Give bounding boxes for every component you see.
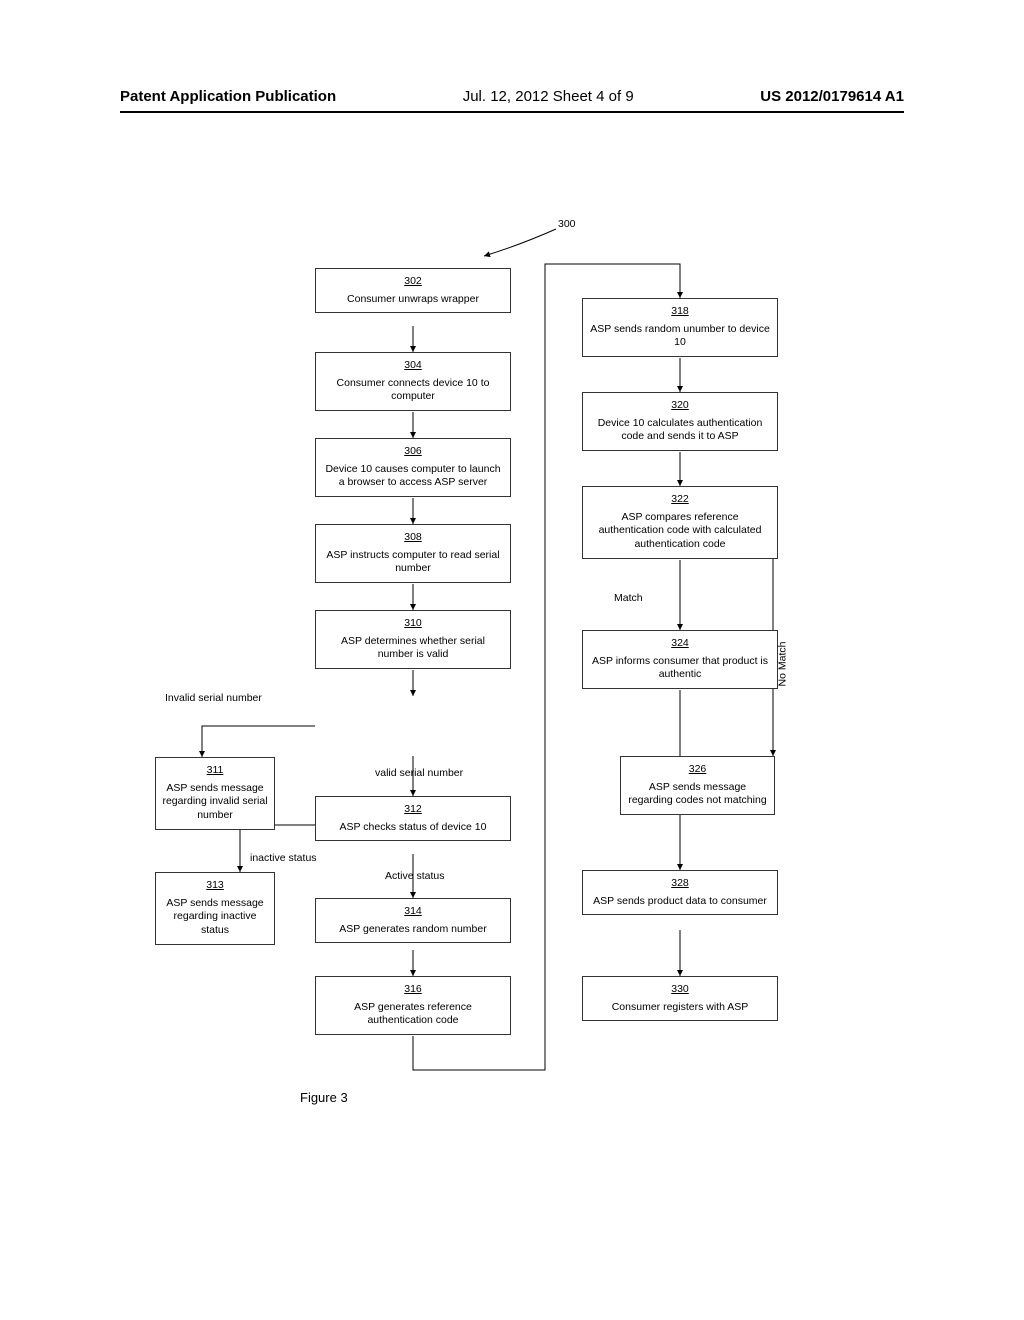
box-302-text: Consumer unwraps wrapper [347, 293, 479, 305]
box-308-num: 308 [322, 531, 504, 545]
box-330: 330 Consumer registers with ASP [582, 976, 778, 1021]
box-326-num: 326 [627, 763, 768, 777]
box-330-text: Consumer registers with ASP [612, 1001, 749, 1013]
box-302: 302 Consumer unwraps wrapper [315, 268, 511, 313]
page-header: Patent Application Publication Jul. 12, … [0, 88, 1024, 113]
box-328: 328 ASP sends product data to consumer [582, 870, 778, 915]
box-310: 310 ASP determines whether serial number… [315, 610, 511, 669]
label-invalid-serial: Invalid serial number [165, 692, 262, 704]
figure-label: Figure 3 [300, 1090, 348, 1105]
box-322-num: 322 [589, 493, 771, 507]
box-320: 320 Device 10 calculates authentication … [582, 392, 778, 451]
box-328-num: 328 [589, 877, 771, 891]
box-326-text: ASP sends message regarding codes not ma… [628, 781, 766, 807]
label-inactive: inactive status [250, 852, 317, 864]
box-312-text: ASP checks status of device 10 [340, 821, 487, 833]
header-right: US 2012/0179614 A1 [760, 88, 904, 105]
box-302-num: 302 [322, 275, 504, 289]
box-326: 326 ASP sends message regarding codes no… [620, 756, 775, 815]
box-313-text: ASP sends message regarding inactive sta… [166, 897, 263, 936]
box-320-num: 320 [589, 399, 771, 413]
header-left: Patent Application Publication [120, 88, 336, 105]
box-312-num: 312 [322, 803, 504, 817]
page: Patent Application Publication Jul. 12, … [0, 0, 1024, 1320]
box-306-text: Device 10 causes computer to launch a br… [325, 463, 500, 489]
label-match: Match [614, 592, 643, 604]
box-304-num: 304 [322, 359, 504, 373]
box-313: 313 ASP sends message regarding inactive… [155, 872, 275, 945]
label-nomatch: No Match [776, 642, 788, 687]
box-304-text: Consumer connects device 10 to computer [337, 377, 490, 403]
box-304: 304 Consumer connects device 10 to compu… [315, 352, 511, 411]
box-311-num: 311 [162, 764, 268, 778]
label-active: Active status [385, 870, 445, 882]
box-316-num: 316 [322, 983, 504, 997]
box-322-text: ASP compares reference authentication co… [599, 511, 762, 550]
box-306: 306 Device 10 causes computer to launch … [315, 438, 511, 497]
box-318: 318 ASP sends random unumber to device 1… [582, 298, 778, 357]
box-320-text: Device 10 calculates authentication code… [598, 417, 763, 443]
box-328-text: ASP sends product data to consumer [593, 895, 767, 907]
box-308: 308 ASP instructs computer to read seria… [315, 524, 511, 583]
box-306-num: 306 [322, 445, 504, 459]
box-311: 311 ASP sends message regarding invalid … [155, 757, 275, 830]
header-mid: Jul. 12, 2012 Sheet 4 of 9 [463, 88, 634, 105]
flow-arrows [0, 0, 1024, 1320]
box-316: 316 ASP generates reference authenticati… [315, 976, 511, 1035]
box-308-text: ASP instructs computer to read serial nu… [326, 549, 499, 575]
box-312: 312 ASP checks status of device 10 [315, 796, 511, 841]
box-316-text: ASP generates reference authentication c… [354, 1001, 472, 1027]
box-324: 324 ASP informs consumer that product is… [582, 630, 778, 689]
box-310-num: 310 [322, 617, 504, 631]
box-330-num: 330 [589, 983, 771, 997]
box-313-num: 313 [162, 879, 268, 893]
box-314-text: ASP generates random number [339, 923, 486, 935]
box-324-text: ASP informs consumer that product is aut… [592, 655, 768, 681]
ref-300: 300 [558, 218, 576, 230]
box-318-text: ASP sends random unumber to device 10 [590, 323, 770, 349]
box-314: 314 ASP generates random number [315, 898, 511, 943]
box-314-num: 314 [322, 905, 504, 919]
box-322: 322 ASP compares reference authenticatio… [582, 486, 778, 559]
label-valid-serial: valid serial number [375, 767, 463, 779]
box-311-text: ASP sends message regarding invalid seri… [162, 782, 267, 821]
box-318-num: 318 [589, 305, 771, 319]
box-310-text: ASP determines whether serial number is … [341, 635, 485, 661]
box-324-num: 324 [589, 637, 771, 651]
